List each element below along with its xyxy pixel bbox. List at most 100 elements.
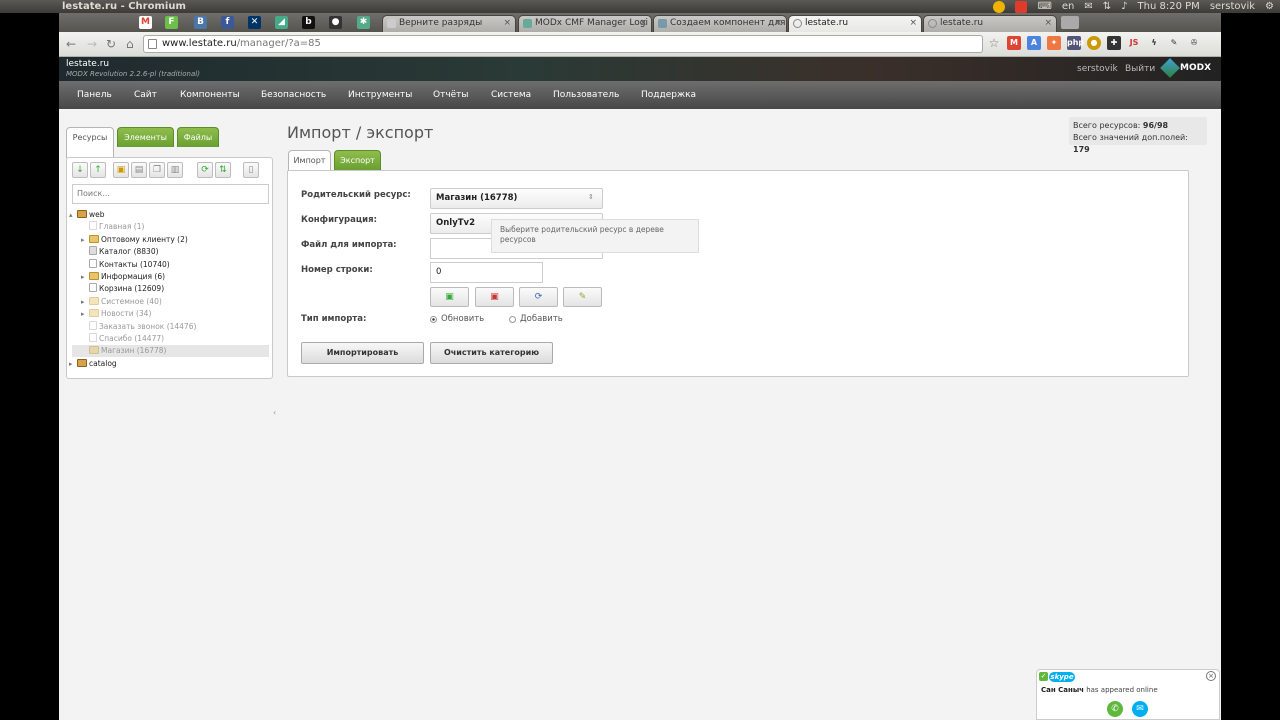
tree-node-cart[interactable]: Корзина (12609) bbox=[81, 283, 164, 295]
close-icon[interactable]: × bbox=[1044, 16, 1052, 31]
tab-resources[interactable]: Ресурсы bbox=[66, 127, 114, 158]
tree-node-system[interactable]: ▸ Системное (40) bbox=[81, 296, 162, 308]
xing-icon[interactable]: ✕ bbox=[248, 16, 261, 29]
tree-node-news[interactable]: ▸ Новости (34) bbox=[81, 308, 151, 320]
tree-node-catalog-context[interactable]: ▸ catalog bbox=[69, 358, 117, 370]
radio-add[interactable]: Добавить bbox=[509, 314, 563, 324]
tree-node-contacts[interactable]: Контакты (10740) bbox=[81, 258, 170, 271]
menu-item-tools[interactable]: Инструменты bbox=[340, 81, 420, 109]
address-bar[interactable]: www.lestate.ru/manager/?a=85 bbox=[143, 35, 983, 53]
keyboard-icon[interactable]: ⌨ bbox=[1037, 0, 1051, 13]
network-icon[interactable]: ⇅ bbox=[1103, 0, 1111, 13]
tree-node-callback[interactable]: Заказать звонок (14476) bbox=[81, 320, 196, 333]
header-user-link[interactable]: serstovik bbox=[1077, 64, 1118, 74]
tree-search-input[interactable]: Поиск... bbox=[72, 184, 269, 204]
clear-category-button[interactable]: Очистить категорию bbox=[430, 342, 553, 364]
star-icon[interactable]: ☆ bbox=[987, 36, 1001, 50]
call-icon[interactable]: ✆ bbox=[1107, 701, 1123, 717]
home-button[interactable]: ⌂ bbox=[126, 37, 134, 51]
gmail-icon[interactable]: M bbox=[1007, 36, 1021, 50]
lightning-icon[interactable]: ϟ bbox=[1147, 36, 1161, 50]
gear-icon[interactable]: ⚙ bbox=[1265, 0, 1274, 13]
tab-import[interactable]: Импорт bbox=[288, 150, 331, 171]
keyboard-layout[interactable]: en bbox=[1062, 0, 1075, 13]
close-icon[interactable]: × bbox=[909, 16, 917, 31]
edit-button[interactable]: ✎ bbox=[563, 287, 602, 307]
plug-icon[interactable]: ✚ bbox=[1107, 36, 1121, 50]
bug-icon[interactable]: ✱ bbox=[357, 16, 370, 29]
gmail-icon[interactable]: M bbox=[139, 16, 152, 29]
chevron-right-icon[interactable]: ▸ bbox=[81, 308, 89, 320]
close-icon[interactable]: × bbox=[503, 16, 511, 31]
github-icon[interactable]: ● bbox=[329, 16, 342, 29]
tab-files[interactable]: Файлы bbox=[177, 127, 219, 147]
alert-icon[interactable] bbox=[1015, 0, 1028, 13]
radio-update[interactable]: Обновить bbox=[430, 314, 484, 324]
wrench-icon[interactable]: ✇ bbox=[1187, 36, 1201, 50]
tree-node-info[interactable]: ▸ Информация (6) bbox=[81, 271, 165, 283]
mail-icon[interactable]: ✉ bbox=[1084, 0, 1092, 13]
tab-5[interactable]: lestate.ru × bbox=[923, 15, 1057, 32]
b-icon[interactable]: b bbox=[302, 16, 315, 29]
tree-node-home[interactable]: Главная (1) bbox=[81, 221, 144, 233]
tool-icon[interactable]: ◢ bbox=[275, 16, 288, 29]
new-tab-button[interactable] bbox=[1061, 16, 1079, 29]
menu-item-components[interactable]: Компоненты bbox=[172, 81, 248, 109]
tab-4[interactable]: lestate.ru × bbox=[788, 15, 922, 32]
pencil-icon[interactable]: ✎ bbox=[1167, 36, 1181, 50]
tab-3[interactable]: Создаем компонент для × bbox=[653, 15, 787, 32]
site-name[interactable]: lestate.ru bbox=[66, 59, 109, 69]
vk-icon[interactable]: B bbox=[194, 16, 207, 29]
tab-export[interactable]: Экспорт bbox=[334, 150, 381, 170]
tree-node-thanks[interactable]: Спасибо (14477) bbox=[81, 333, 164, 345]
new-static-icon[interactable]: ▥ bbox=[167, 162, 183, 178]
logout-link[interactable]: Выйти bbox=[1125, 64, 1155, 74]
tree-node-catalog[interactable]: Каталог (8830) bbox=[81, 246, 159, 258]
import-button[interactable]: Импортировать bbox=[301, 342, 424, 364]
facebook-icon[interactable]: f bbox=[221, 16, 234, 29]
chevron-right-icon[interactable]: ▸ bbox=[81, 234, 89, 246]
radio-checked-icon[interactable] bbox=[430, 315, 437, 323]
translate-icon[interactable]: A bbox=[1027, 36, 1041, 50]
close-icon[interactable]: × bbox=[774, 16, 782, 31]
menu-item-site[interactable]: Сайт bbox=[126, 81, 165, 109]
radio-unchecked-icon[interactable] bbox=[509, 315, 516, 323]
puzzle-icon[interactable]: ✦ bbox=[1047, 36, 1061, 50]
menu-item-user[interactable]: Пользователь bbox=[545, 81, 627, 109]
clock[interactable]: Thu 8:20 PM bbox=[1138, 0, 1200, 13]
refresh-icon[interactable]: ⟳ bbox=[197, 162, 213, 178]
chevron-right-icon[interactable]: ▸ bbox=[81, 296, 89, 308]
menu-item-support[interactable]: Поддержка bbox=[633, 81, 704, 109]
back-button[interactable]: ← bbox=[66, 37, 76, 51]
tree-node-shop[interactable]: Магазин (16778) bbox=[72, 345, 269, 358]
user-menu[interactable]: serstovik bbox=[1210, 0, 1255, 13]
php-icon[interactable]: php bbox=[1067, 36, 1084, 50]
volume-icon[interactable]: ♪ bbox=[1121, 0, 1127, 13]
new-folder-icon[interactable]: ▣ bbox=[113, 162, 129, 178]
chevron-right-icon[interactable]: ▸ bbox=[69, 358, 77, 370]
close-icon[interactable]: × bbox=[639, 16, 647, 31]
forward-button[interactable]: → bbox=[87, 37, 97, 51]
remove-file-button[interactable]: ▣ bbox=[475, 287, 514, 307]
row-input[interactable]: 0 bbox=[430, 262, 543, 283]
add-file-button[interactable]: ▣ bbox=[430, 287, 469, 307]
new-weblink-icon[interactable]: ▤ bbox=[131, 162, 147, 178]
tree-node-wholesale[interactable]: ▸ Оптовому клиенту (2) bbox=[81, 234, 188, 246]
tab-2[interactable]: MODx CMF Manager Logi × bbox=[518, 15, 652, 32]
tab-elements[interactable]: Элементы bbox=[117, 127, 174, 147]
trash-icon[interactable]: ▯ bbox=[243, 162, 259, 178]
notification-icon[interactable] bbox=[993, 0, 1006, 13]
sort-icon[interactable]: ⇅ bbox=[215, 162, 231, 178]
reload-button[interactable]: ↻ bbox=[106, 37, 116, 51]
expand-icon[interactable]: ↓ bbox=[72, 162, 88, 178]
collapse-icon[interactable]: ↑ bbox=[90, 162, 106, 178]
new-symlink-icon[interactable]: ❐ bbox=[149, 162, 165, 178]
feedly-icon[interactable]: F bbox=[165, 16, 178, 29]
menu-item-security[interactable]: Безопасность bbox=[253, 81, 334, 109]
chevron-down-icon[interactable]: ▴ bbox=[69, 209, 77, 221]
chat-icon[interactable]: ✉ bbox=[1132, 701, 1148, 717]
menu-item-reports[interactable]: Отчёты bbox=[425, 81, 477, 109]
close-icon[interactable]: × bbox=[1206, 671, 1216, 681]
refresh-button[interactable]: ⟳ bbox=[519, 287, 558, 307]
parent-resource-select[interactable]: Магазин (16778) bbox=[430, 188, 603, 209]
